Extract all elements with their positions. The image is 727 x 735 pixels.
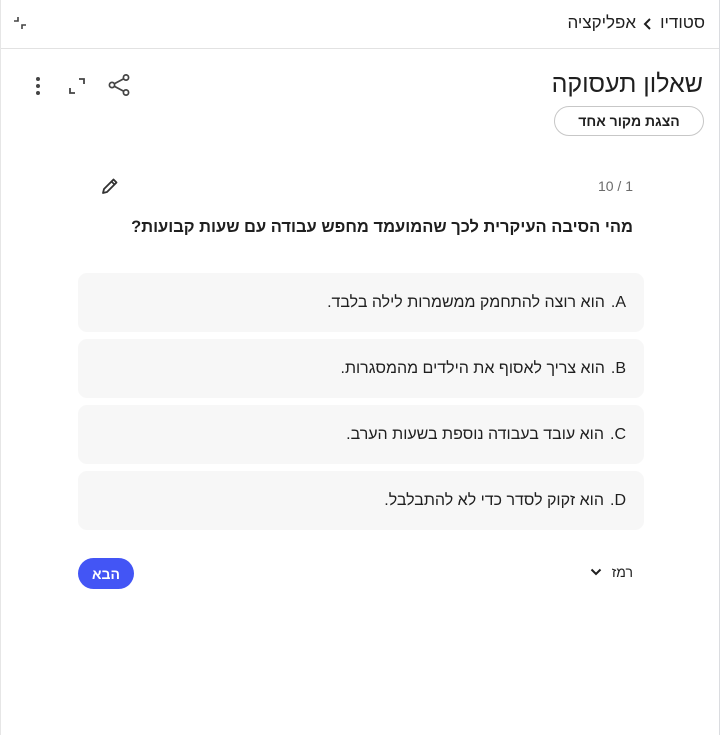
chevron-right-icon: [642, 16, 654, 30]
option-text: הוא צריך לאסוף את הילדים מהמסגרות.: [340, 359, 605, 377]
top-bar: סטודיו אפליקציה: [1, 0, 719, 49]
more-vert-icon[interactable]: [26, 74, 50, 98]
chevron-down-icon: [590, 564, 602, 580]
option-text: הוא רוצה להתחמק ממשמרות לילה בלבד.: [327, 293, 605, 311]
answer-options: A. הוא רוצה להתחמק ממשמרות לילה בלבד. B.…: [78, 273, 644, 537]
option-text: הוא זקוק לסדר כדי לא להתבלבל.: [384, 491, 604, 509]
option-letter: A.: [610, 293, 626, 311]
answer-option-b[interactable]: B. הוא צריך לאסוף את הילדים מהמסגרות.: [78, 339, 644, 398]
question-counter: 10 / 1: [597, 178, 633, 194]
share-icon[interactable]: [107, 73, 131, 97]
next-button[interactable]: הבא: [78, 558, 134, 589]
pencil-icon[interactable]: [99, 175, 121, 197]
header-row: שאלון תעסוקה: [1, 64, 719, 108]
breadcrumb: סטודיו אפליקציה: [567, 13, 705, 33]
answer-option-d[interactable]: D. הוא זקוק לסדר כדי לא להתבלבל.: [78, 471, 644, 530]
question-text: מהי הסיבה העיקרית לכך שהמועמד מחפש עבודה…: [131, 218, 633, 236]
option-letter: D.: [609, 491, 626, 509]
collapse-icon[interactable]: [11, 14, 29, 32]
hint-toggle[interactable]: רמז: [590, 564, 633, 580]
answer-option-c[interactable]: C. הוא עובד בעבודה נוספת בשעות הערב.: [78, 405, 644, 464]
hint-label: רמז: [611, 564, 633, 580]
option-text: הוא עובד בעבודה נוספת בשעות הערב.: [346, 425, 604, 443]
breadcrumb-current[interactable]: אפליקציה: [567, 13, 636, 33]
page-title: שאלון תעסוקה: [551, 70, 703, 98]
show-source-button[interactable]: הצגת מקור אחד: [554, 106, 704, 136]
expand-icon[interactable]: [65, 74, 89, 98]
app-panel: סטודיו אפליקציה שאלון תעסוקה הצגת מקור א…: [0, 0, 720, 735]
option-letter: B.: [610, 359, 626, 377]
breadcrumb-root[interactable]: סטודיו: [660, 13, 705, 33]
answer-option-a[interactable]: A. הוא רוצה להתחמק ממשמרות לילה בלבד.: [78, 273, 644, 332]
option-letter: C.: [609, 425, 626, 443]
